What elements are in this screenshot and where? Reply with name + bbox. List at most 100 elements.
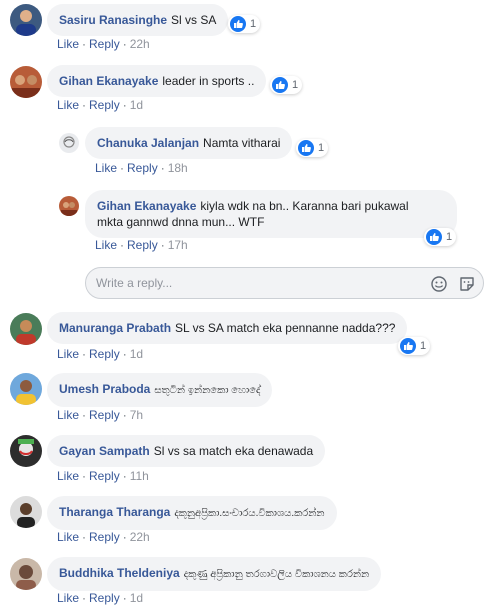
comment-actions: Like · Reply · 18h [95, 161, 188, 175]
reply-button[interactable]: Reply [89, 591, 120, 605]
comment-actions: Like · Reply · 1d [57, 591, 143, 605]
timestamp[interactable]: 22h [130, 37, 150, 51]
reaction-badge[interactable]: 1 [398, 337, 431, 355]
commenter-name[interactable]: Tharanga Tharanga [59, 505, 170, 519]
comment-actions: Like · Reply · 17h [95, 238, 188, 252]
reply-input-box[interactable] [85, 267, 484, 299]
separator-dot: · [120, 161, 125, 175]
sticker-icon[interactable] [458, 275, 476, 293]
reply-button[interactable]: Reply [89, 98, 120, 112]
reaction-badge[interactable]: 1 [296, 139, 329, 157]
separator-dot: · [122, 591, 127, 605]
like-button[interactable]: Like [57, 530, 79, 544]
comment-bubble: Gihan Ekanayake leader in sports .. [47, 65, 267, 97]
like-button[interactable]: Like [95, 161, 117, 175]
separator-dot: · [82, 37, 87, 51]
like-button[interactable]: Like [57, 469, 79, 483]
comment-bubble: Gihan Ekanayake kiyla wdk na bn.. Karanna… [85, 190, 457, 238]
timestamp[interactable]: 1d [130, 98, 143, 112]
avatar[interactable] [10, 373, 42, 405]
reaction-count: 1 [292, 79, 299, 91]
avatar[interactable] [10, 66, 42, 98]
like-button[interactable]: Like [95, 238, 117, 252]
timestamp[interactable]: 1d [130, 347, 143, 361]
reaction-count: 1 [446, 231, 453, 243]
comment-text: leader in sports .. [162, 74, 255, 88]
comment-text: kiyla wdk na bn.. Karanna bari pukawal [200, 199, 409, 213]
separator-dot: · [160, 238, 165, 252]
like-button[interactable]: Like [57, 591, 79, 605]
avatar[interactable] [59, 133, 79, 153]
separator-dot: · [122, 98, 127, 112]
avatar[interactable] [10, 435, 42, 467]
separator-dot: · [82, 408, 87, 422]
comment-actions: Like · Reply · 22h [57, 530, 150, 544]
commenter-name[interactable]: Sasiru Ranasinghe [59, 13, 167, 27]
reaction-count: 1 [250, 18, 257, 30]
comment-text: SL vs SA match eka pennanne nadda??? [175, 321, 396, 335]
separator-dot: · [122, 469, 127, 483]
separator-dot: · [160, 161, 165, 175]
commenter-name[interactable]: Gihan Ekanayake [97, 199, 196, 213]
comment-text: Sl vs sa match eka denawada [153, 444, 314, 458]
commenter-name[interactable]: Gayan Sampath [59, 444, 150, 458]
reply-button[interactable]: Reply [89, 37, 120, 51]
timestamp[interactable]: 1d [130, 591, 143, 605]
separator-dot: · [82, 347, 87, 361]
commenter-name[interactable]: Gihan Ekanayake [59, 74, 158, 88]
thumbs-up-icon [298, 140, 314, 156]
reply-button[interactable]: Reply [89, 469, 120, 483]
timestamp[interactable]: 7h [130, 408, 143, 422]
like-button[interactable]: Like [57, 347, 79, 361]
comment-actions: Like · Reply · 1d [57, 347, 143, 361]
reply-input[interactable] [96, 273, 416, 293]
like-button[interactable]: Like [57, 37, 79, 51]
reply-button[interactable]: Reply [127, 238, 158, 252]
reaction-badge[interactable]: 1 [270, 76, 303, 94]
comment-actions: Like · Reply · 1d [57, 98, 143, 112]
reaction-count: 1 [318, 142, 325, 154]
commenter-name[interactable]: Umesh Praboda [59, 382, 150, 396]
avatar[interactable] [10, 496, 42, 528]
emoji-icon[interactable] [430, 275, 448, 293]
comment-bubble: Tharanga Tharanga දකුනුඅප්‍රිකා.සංචාරය.වි… [47, 496, 337, 530]
comment-text: සතුටින් ඉන්නකො හොදේ [154, 385, 261, 396]
timestamp[interactable]: 17h [168, 238, 188, 252]
like-button[interactable]: Like [57, 408, 79, 422]
thumbs-up-icon [426, 229, 442, 245]
avatar[interactable] [59, 196, 79, 216]
separator-dot: · [122, 347, 127, 361]
separator-dot: · [122, 530, 127, 544]
commenter-name[interactable]: Buddhika Theldeniya [59, 566, 180, 580]
avatar[interactable] [10, 4, 42, 36]
reaction-count: 1 [420, 340, 427, 352]
reply-button[interactable]: Reply [89, 408, 120, 422]
comment-bubble: Sasiru Ranasinghe Sl vs SA [47, 4, 229, 36]
thumbs-up-icon [400, 338, 416, 354]
separator-dot: · [82, 98, 87, 112]
reaction-badge[interactable]: 1 [228, 15, 261, 33]
reply-button[interactable]: Reply [89, 530, 120, 544]
timestamp[interactable]: 18h [168, 161, 188, 175]
timestamp[interactable]: 22h [130, 530, 150, 544]
like-button[interactable]: Like [57, 98, 79, 112]
separator-dot: · [82, 530, 87, 544]
separator-dot: · [82, 591, 87, 605]
avatar[interactable] [10, 558, 42, 590]
separator-dot: · [122, 408, 127, 422]
commenter-name[interactable]: Chanuka Jalanjan [97, 136, 199, 150]
timestamp[interactable]: 11h [130, 469, 149, 483]
thumbs-up-icon [272, 77, 288, 93]
comment-bubble: Gayan Sampath Sl vs sa match eka denawada [47, 435, 326, 467]
commenter-name[interactable]: Manuranga Prabath [59, 321, 171, 335]
comment-actions: Like · Reply · 22h [57, 37, 150, 51]
separator-dot: · [82, 469, 87, 483]
comment-text-line-2: mkta gannwd dnna mun... WTF [97, 215, 265, 229]
reaction-badge[interactable]: 1 [424, 228, 457, 246]
reply-button[interactable]: Reply [127, 161, 158, 175]
comment-actions: Like · Reply · 7h [57, 408, 143, 422]
comment-text: දකුනුඅප්‍රිකා.සංචාරය.විකාශය.කරන්න [174, 508, 325, 519]
avatar[interactable] [10, 313, 42, 345]
comment-bubble: Buddhika Theldeniya දකුණු අප්‍රිකානු තරගා… [47, 557, 382, 591]
reply-button[interactable]: Reply [89, 347, 120, 361]
